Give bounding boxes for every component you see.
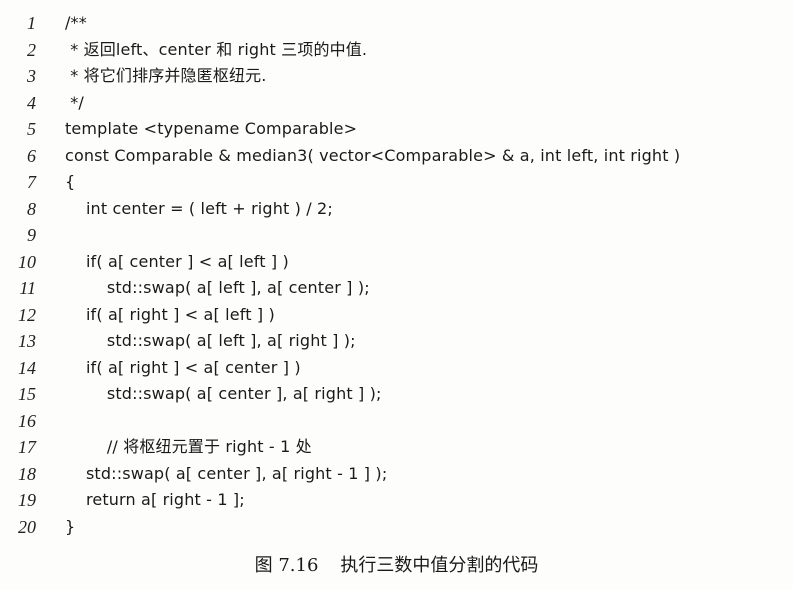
code-text: std::swap( a[ left ], a[ center ] ); [65, 278, 370, 297]
code-text: /** [65, 13, 87, 32]
line-number: 14 [18, 357, 36, 378]
code-text: if( a[ right ] < a[ left ] ) [65, 304, 275, 324]
code-text: std::swap( a[ center ], a[ right ] ); [65, 384, 382, 403]
line-number: 3 [27, 66, 36, 86]
code-line: 7{ [0, 169, 793, 196]
line-number: 19 [18, 490, 36, 510]
code-line: 18 std::swap( a[ center ], a[ right - 1 … [0, 461, 793, 488]
line-number: 2 [27, 39, 36, 60]
line-number: 7 [27, 172, 36, 192]
code-text: } [65, 516, 76, 536]
code-text: * 返回left、center 和 right 三项的中值. [65, 39, 368, 59]
code-line: 16 [0, 408, 793, 435]
code-listing: 1 /** 2 * 返回left、center 和 right 三项的中值. 3 … [0, 10, 793, 540]
figure-title: 执行三数中值分割的代码 [340, 555, 539, 576]
line-number: 15 [18, 384, 36, 404]
code-text: // 将枢纽元置于 right - 1 处 [65, 437, 312, 456]
code-line: 11 std::swap( a[ left ], a[ center ] ); [0, 275, 793, 302]
code-line: 2 * 返回left、center 和 right 三项的中值. [0, 37, 793, 64]
code-line: 15 std::swap( a[ center ], a[ right ] ); [0, 381, 793, 408]
code-line: 14 if( a[ right ] < a[ center ] ) [0, 355, 793, 382]
code-line: 4 */ [0, 90, 793, 117]
code-line: 6 const Comparable & median3( vector<Comp… [0, 143, 793, 170]
figure-caption: 图 7.16 执行三数中值分割的代码 [0, 551, 793, 577]
code-line: 17 // 将枢纽元置于 right - 1 处 [0, 434, 793, 461]
code-text: int center = ( left + right ) / 2; [65, 198, 333, 218]
line-number: 10 [18, 251, 36, 272]
code-line: 20} [0, 514, 793, 541]
line-number: 18 [18, 463, 36, 484]
code-text: std::swap( a[ left ], a[ right ] ); [65, 331, 356, 350]
code-line: 1 /** [0, 10, 793, 37]
figure-label: 图 7.16 [254, 555, 319, 576]
code-text: return a[ right - 1 ]; [65, 490, 245, 509]
line-number: 1 [27, 13, 36, 33]
book-page: 1 /** 2 * 返回left、center 和 right 三项的中值. 3 … [0, 0, 793, 589]
code-text: template <typename Comparable> [65, 119, 358, 138]
code-text: { [65, 172, 76, 191]
line-number: 9 [27, 225, 36, 245]
code-line: 10 if( a[ center ] < a[ left ] ) [0, 249, 793, 276]
line-number: 8 [27, 198, 36, 219]
code-line: 8 int center = ( left + right ) / 2; [0, 196, 793, 223]
code-line: 9 [0, 222, 793, 249]
code-line: 3 * 将它们排序并隐匿枢纽元. [0, 63, 793, 90]
line-number: 12 [18, 304, 36, 325]
code-text: std::swap( a[ center ], a[ right - 1 ] )… [65, 463, 388, 483]
code-line: 5 template <typename Comparable> [0, 116, 793, 143]
line-number: 4 [27, 92, 36, 113]
code-line: 19 return a[ right - 1 ]; [0, 487, 793, 514]
code-text: const Comparable & median3( vector<Compa… [65, 145, 681, 165]
code-text: if( a[ center ] < a[ left ] ) [65, 251, 289, 271]
code-line: 13 std::swap( a[ left ], a[ right ] ); [0, 328, 793, 355]
line-number: 13 [18, 331, 36, 351]
code-text: * 将它们排序并隐匿枢纽元. [65, 66, 267, 85]
line-number: 6 [27, 145, 36, 166]
line-number: 16 [18, 410, 36, 431]
line-number: 5 [27, 119, 36, 139]
line-number: 20 [18, 516, 36, 537]
code-text: if( a[ right ] < a[ center ] ) [65, 357, 301, 377]
code-line: 12 if( a[ right ] < a[ left ] ) [0, 302, 793, 329]
code-text: */ [65, 92, 84, 112]
line-number: 17 [18, 437, 36, 457]
line-number: 11 [19, 278, 36, 298]
